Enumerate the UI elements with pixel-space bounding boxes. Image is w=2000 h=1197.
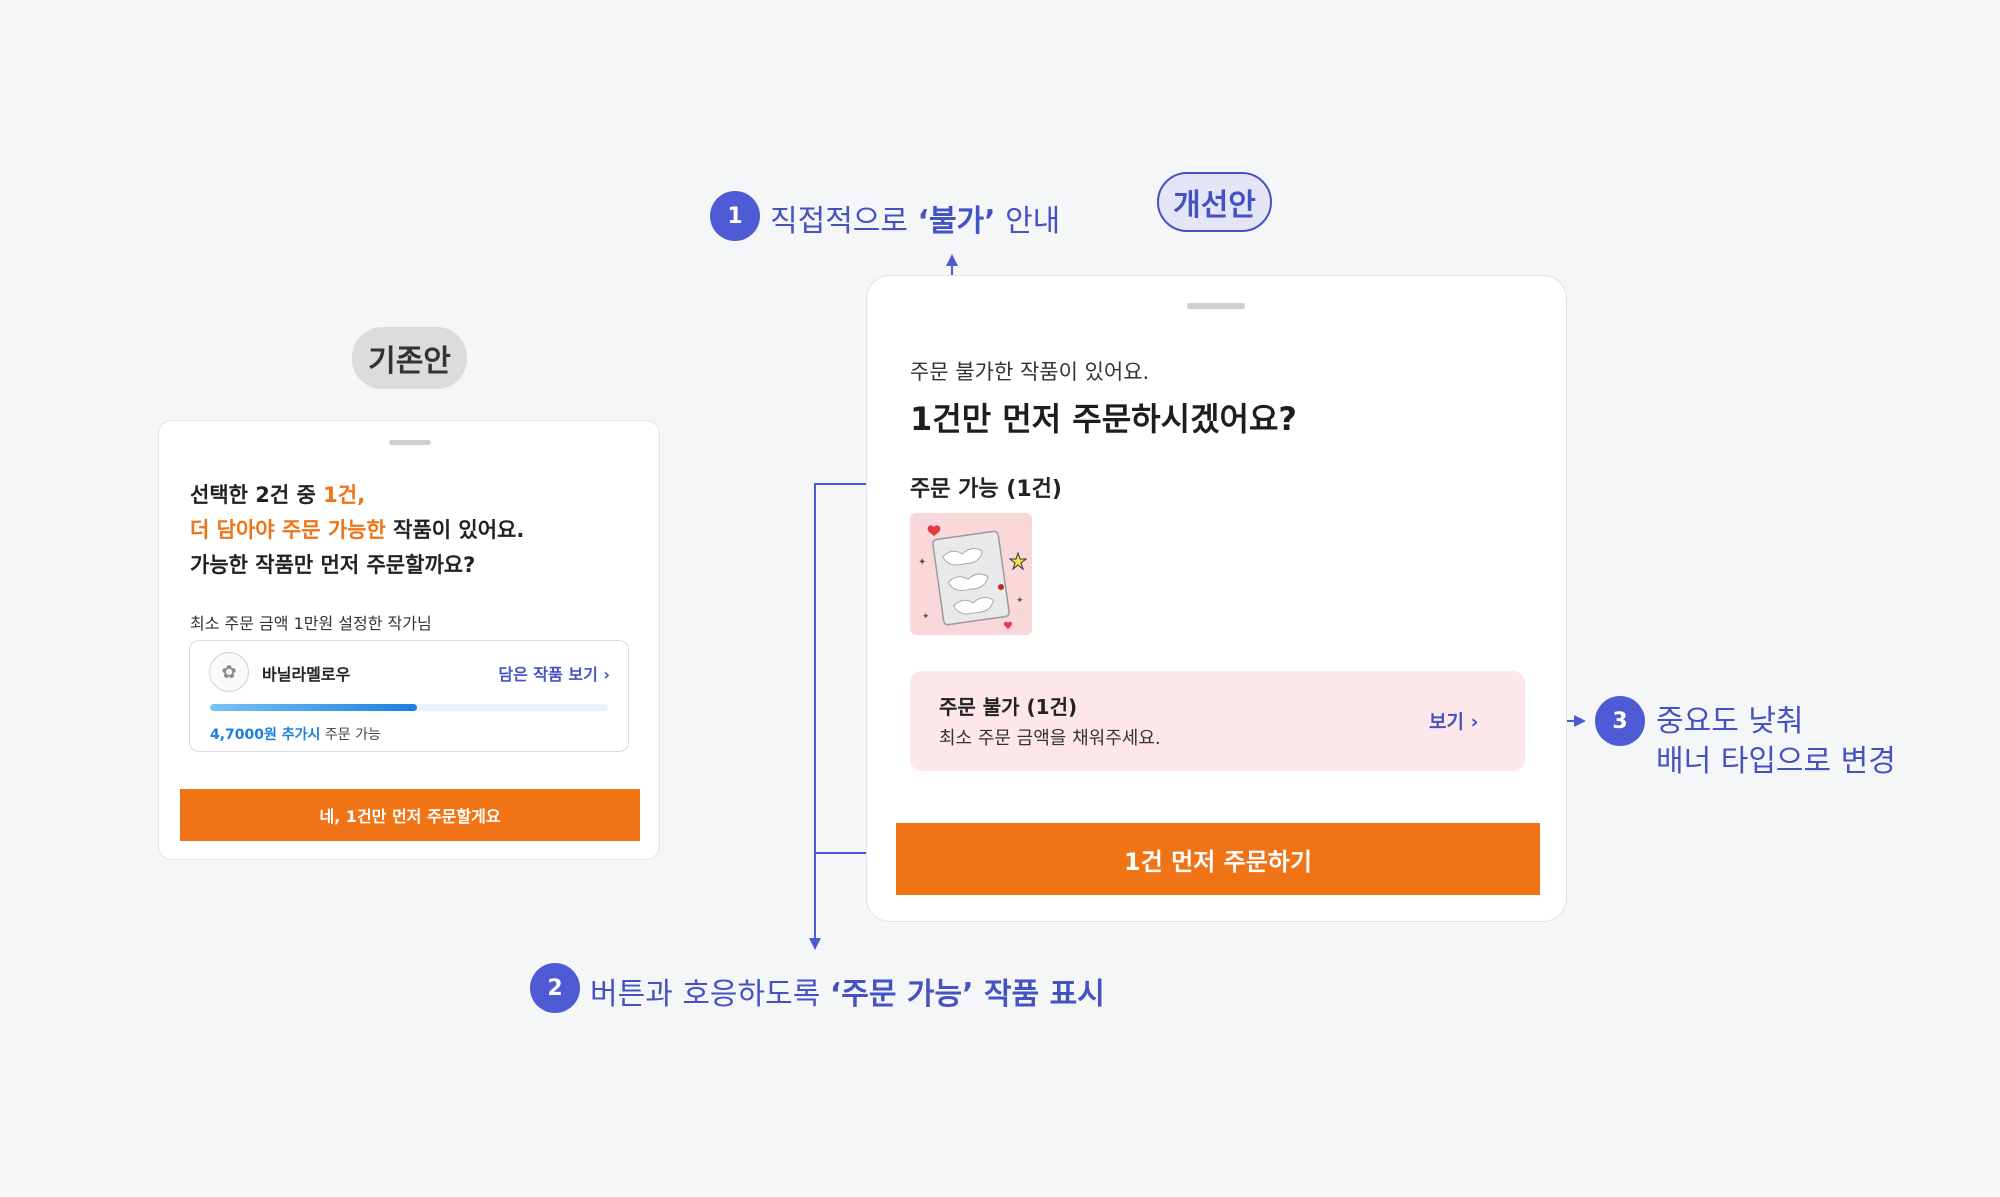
old-title-line-3: 가능한 작품만 먼저 주문할까요? (190, 553, 476, 577)
new-order-button[interactable]: 1건 먼저 주문하기 (896, 823, 1540, 895)
product-image: ✦ ✦ ✦ (918, 525, 1028, 629)
annotation-2-text: 버튼과 호응하도록 ‘주문 가능’ 작품 표시 (590, 969, 1105, 1013)
annotation-3-badge: 3 (1595, 696, 1645, 746)
old-title-text: 선택한 2건 중 (190, 483, 324, 507)
annotation-1-strong: ‘불가’ (917, 204, 996, 239)
available-heading: 주문 가능 (1건) (910, 477, 1062, 502)
annotation-3-line-1: 중요도 낮춰 (1656, 704, 1804, 739)
seller-note: 4,7000원 추가시 주문 가능 (210, 724, 381, 744)
old-subtitle: 최소 주문 금액 1만원 설정한 작가님 (190, 614, 432, 633)
old-title-highlight-2: 더 담아야 주문 가능한 (190, 518, 386, 542)
old-order-button[interactable]: 네, 1건만 먼저 주문할게요 (180, 789, 640, 841)
annotation-1-post: 안내 (995, 204, 1061, 239)
seller-card: ✿ 바닐라멜로우 담은 작품 보기 › 4,7000원 추가시 주문 가능 (189, 640, 629, 752)
new-bottom-sheet: 주문 불가한 작품이 있어요. 1건만 먼저 주문하시겠어요? 주문 가능 (1… (866, 275, 1567, 922)
annotation-2-pre: 버튼과 호응하도록 (590, 977, 830, 1012)
note-amount: 4,7000원 추가시 (210, 727, 321, 743)
sheet-handle[interactable] (389, 440, 431, 445)
annotation-1-text: 직접적으로 ‘불가’ 안내 (770, 196, 1060, 240)
label-new-version: 개선안 (1157, 172, 1272, 232)
annotation-3-line-2: 배너 타입으로 변경 (1656, 744, 1896, 779)
banner-description: 최소 주문 금액을 채워주세요. (939, 728, 1161, 749)
view-items-link[interactable]: 담은 작품 보기 › (498, 661, 610, 685)
banner-view-link[interactable]: 보기 › (1429, 707, 1478, 734)
svg-text:✦: ✦ (918, 557, 926, 568)
product-thumbnail[interactable]: ✦ ✦ ✦ (910, 513, 1032, 635)
seller-avatar: ✿ (209, 652, 249, 692)
old-bottom-sheet: 선택한 2건 중 1건, 더 담아야 주문 가능한 작품이 있어요. 가능한 작… (158, 420, 660, 860)
sheet-handle[interactable] (1187, 303, 1245, 309)
old-title-highlight: 1건, (323, 483, 366, 507)
old-title-line-2: 더 담아야 주문 가능한 작품이 있어요. (190, 514, 524, 544)
annotation-2-badge: 2 (530, 963, 580, 1013)
annotation-1-badge: 1 (710, 191, 760, 241)
progress-fill (210, 704, 417, 711)
min-order-progress (210, 704, 608, 711)
new-title: 1건만 먼저 주문하시겠어요? (910, 400, 1297, 438)
note-text: 주문 가능 (320, 727, 381, 743)
unavailable-banner: 주문 불가 (1건) 최소 주문 금액을 채워주세요. 보기 › (910, 671, 1525, 771)
annotation-1-pre: 직접적으로 (770, 204, 918, 239)
new-subtitle: 주문 불가한 작품이 있어요. (910, 360, 1150, 384)
old-title-line-1: 선택한 2건 중 1건, (190, 479, 365, 509)
annotation-2-strong: ‘주문 가능’ 작품 표시 (829, 977, 1105, 1012)
old-title-text-2: 작품이 있어요. (385, 518, 525, 542)
banner-title: 주문 불가 (1건) (939, 695, 1078, 719)
svg-text:✦: ✦ (922, 612, 930, 622)
svg-text:✦: ✦ (1016, 596, 1024, 606)
label-old-version: 기존안 (352, 327, 467, 389)
seller-name: 바닐라멜로우 (262, 665, 351, 684)
